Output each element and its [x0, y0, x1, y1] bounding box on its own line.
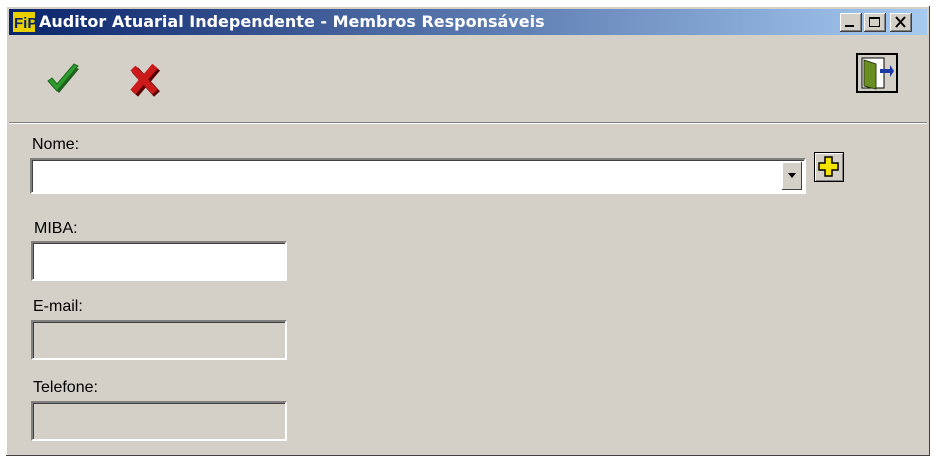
- minimize-button[interactable]: [840, 13, 862, 32]
- x-icon: [130, 63, 161, 97]
- chevron-down-icon: [788, 173, 796, 178]
- dialog-window: FiP Auditor Atuarial Independente - Memb…: [6, 6, 930, 456]
- email-label: E-mail:: [33, 298, 83, 315]
- email-field[interactable]: [31, 320, 287, 360]
- maximize-button[interactable]: [864, 13, 886, 32]
- svg-text:FiP: FiP: [14, 15, 35, 32]
- exit-button[interactable]: [856, 53, 898, 93]
- check-icon: [47, 63, 79, 93]
- telefone-label: Telefone:: [33, 379, 98, 396]
- exit-door-icon: [861, 57, 894, 90]
- confirm-button[interactable]: [41, 58, 85, 102]
- fip-logo-icon: FiP: [13, 12, 35, 32]
- nome-label: Nome:: [32, 136, 80, 153]
- miba-input[interactable]: [31, 241, 287, 281]
- close-icon: [895, 16, 906, 28]
- miba-label: MIBA:: [34, 220, 78, 237]
- add-nome-button[interactable]: [814, 152, 844, 182]
- dropdown-arrow-button[interactable]: [782, 162, 802, 190]
- window-title: Auditor Atuarial Independente - Membros …: [39, 12, 545, 31]
- maximize-icon: [869, 17, 880, 27]
- nome-dropdown[interactable]: [30, 158, 806, 194]
- close-button[interactable]: [890, 13, 912, 32]
- cancel-button[interactable]: [123, 58, 167, 102]
- minimize-icon: [845, 25, 854, 27]
- telefone-field[interactable]: [31, 401, 287, 441]
- plus-icon: [818, 156, 839, 177]
- toolbar: [9, 38, 927, 123]
- title-bar[interactable]: FiP Auditor Atuarial Independente - Memb…: [9, 9, 927, 35]
